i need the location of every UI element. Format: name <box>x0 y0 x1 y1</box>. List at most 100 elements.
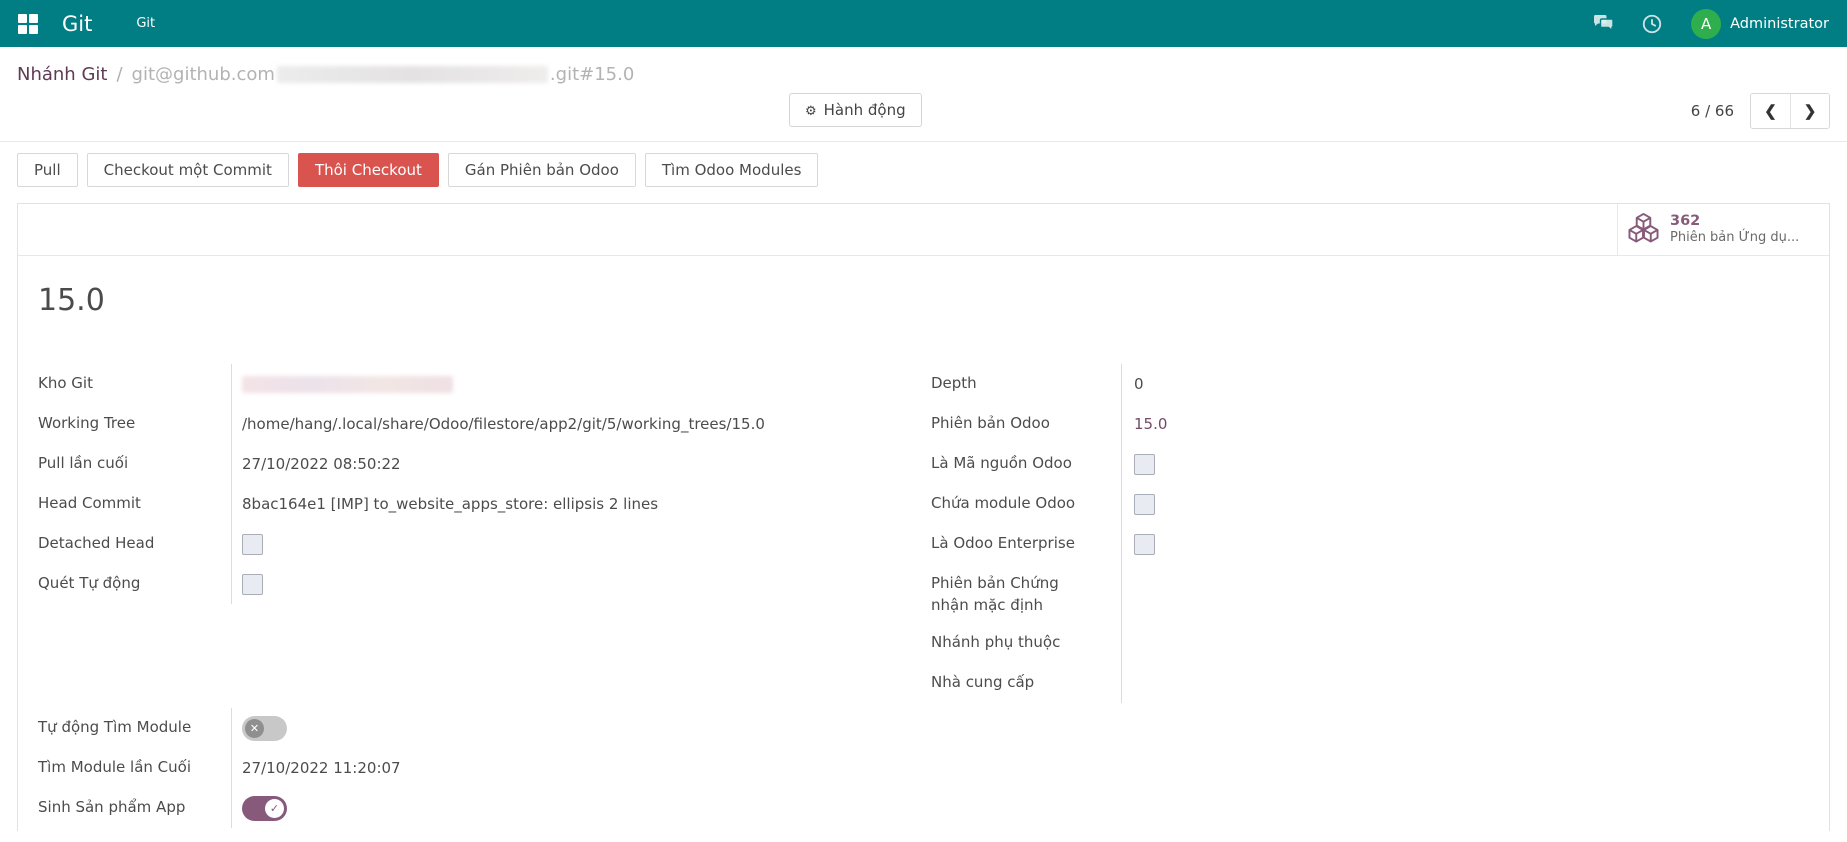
field-row-kho-git: Kho Git <box>38 364 931 404</box>
action-button-gan-phien-ban-odoo[interactable]: Gán Phiên bản Odoo <box>448 153 636 187</box>
field-value: 0 <box>1121 364 1809 404</box>
field-value <box>1121 564 1809 623</box>
field-row-phien-ban-odoo: Phiên bản Odoo 15.0 <box>931 404 1809 444</box>
field-value <box>1121 444 1809 484</box>
field-label: Pull lần cuối <box>38 444 231 484</box>
field-label: Nhà cung cấp <box>931 663 1121 703</box>
field-row-depth: Depth0 <box>931 364 1809 404</box>
action-button-thoi-checkout[interactable]: Thôi Checkout <box>298 153 439 187</box>
field-row-tim-module-lan-cuoi: Tìm Module lần Cuối 27/10/2022 11:20:07 <box>38 748 931 788</box>
field-label: Chứa module Odoo <box>931 484 1121 524</box>
stat-button-count: 362 <box>1670 212 1799 230</box>
field-value: 15.0 <box>1121 404 1809 444</box>
field-value-link[interactable]: 15.0 <box>1134 415 1167 433</box>
action-button-checkout-mot-commit[interactable]: Checkout một Commit <box>87 153 289 187</box>
record-pager: 6 / 66 ❮ ❯ <box>1691 93 1830 129</box>
apps-menu-icon[interactable] <box>18 14 38 34</box>
field-row-phien-ban-chung-nhan-mac-inh: Phiên bản Chứng nhận mặc định <box>931 564 1809 623</box>
field-value: ✓ <box>231 788 931 828</box>
field-label: Tự động Tìm Module <box>38 708 231 748</box>
form-sheet: 362 Phiên bản Ứng dụ... 15.0 Kho GitWork… <box>17 203 1830 831</box>
field-row-nha-cung-cap: Nhà cung cấp <box>931 663 1809 703</box>
field-row-chua-module-odoo: Chứa module Odoo <box>931 484 1809 524</box>
toggle[interactable]: ✓ <box>242 796 287 821</box>
field-value <box>1121 663 1809 703</box>
breadcrumb-separator: / <box>116 64 122 85</box>
field-value: 27/10/2022 11:20:07 <box>231 748 931 788</box>
field-label: Nhánh phụ thuộc <box>931 623 1121 663</box>
field-row-nhanh-phu-thuoc: Nhánh phụ thuộc <box>931 623 1809 663</box>
checkbox[interactable] <box>242 534 263 555</box>
check-icon: ✓ <box>265 799 284 818</box>
field-row-head-commit: Head Commit 8bac164e1 [IMP] to_website_ap… <box>38 484 931 524</box>
field-label: Tìm Module lần Cuối <box>38 748 231 788</box>
field-row-pull-lan-cuoi: Pull lần cuối27/10/2022 08:50:22 <box>38 444 931 484</box>
checkbox[interactable] <box>1134 494 1155 515</box>
field-value <box>1121 524 1809 564</box>
field-label: Là Odoo Enterprise <box>931 524 1121 564</box>
field-label: Detached Head <box>38 524 231 564</box>
app-brand[interactable]: Git <box>62 12 92 36</box>
avatar: A <box>1691 9 1721 39</box>
field-label: Head Commit <box>38 484 231 524</box>
field-label: Kho Git <box>38 364 231 404</box>
field-row-la-odoo-enterprise: Là Odoo Enterprise <box>931 524 1809 564</box>
record-title: 15.0 <box>38 283 1809 318</box>
action-button-pull[interactable]: Pull <box>17 153 78 187</box>
field-label: Là Mã nguồn Odoo <box>931 444 1121 484</box>
breadcrumb-parent-link[interactable]: Nhánh Git <box>17 64 107 85</box>
action-menu-button[interactable]: ⚙Hành động <box>789 93 922 127</box>
stat-button-app-versions[interactable]: 362 Phiên bản Ứng dụ... <box>1617 204 1829 255</box>
sheet-body: 15.0 Kho GitWorking Tree/home/hang/.loca… <box>18 283 1829 828</box>
breadcrumb-url-prefix: git@github.com <box>132 64 275 85</box>
pager-previous-button[interactable]: ❮ <box>1751 94 1790 128</box>
breadcrumb-current: git@github.com .git#15.0 <box>132 64 635 85</box>
control-panel-row: ⚙Hành động 6 / 66 ❮ ❯ <box>17 85 1830 141</box>
form-column-left: Kho GitWorking Tree/home/hang/.local/sha… <box>38 364 931 828</box>
stat-button-label: Phiên bản Ứng dụ... <box>1670 230 1799 246</box>
field-label: Phiên bản Odoo <box>931 404 1121 444</box>
field-row-tu-ong-tim-module: Tự động Tìm Module ✕ <box>38 708 931 748</box>
field-label: Working Tree <box>38 404 231 444</box>
navbar-right: A Administrator <box>1566 9 1829 39</box>
field-row-la-ma-nguon-odoo: Là Mã nguồn Odoo <box>931 444 1809 484</box>
field-value-text: 8bac164e1 [IMP] to_website_apps_store: e… <box>242 494 658 515</box>
field-group-git: Kho GitWorking Tree/home/hang/.local/sha… <box>38 364 931 604</box>
action-menu-label: Hành động <box>824 101 906 119</box>
action-button-tim-odoo-modules[interactable]: Tìm Odoo Modules <box>645 153 819 187</box>
field-value <box>231 564 931 604</box>
field-label: Sinh Sản phẩm App <box>38 788 231 828</box>
breadcrumb-url-suffix: .git#15.0 <box>550 64 634 85</box>
field-value <box>231 364 931 404</box>
breadcrumb: Nhánh Git / git@github.com .git#15.0 <box>17 47 1830 85</box>
menu-item-git[interactable]: Git <box>136 16 155 31</box>
checkbox[interactable] <box>1134 454 1155 475</box>
field-value: ✕ <box>231 708 931 748</box>
field-label: Phiên bản Chứng nhận mặc định <box>931 564 1121 623</box>
checkbox[interactable] <box>1134 534 1155 555</box>
user-menu[interactable]: A Administrator <box>1691 9 1829 39</box>
pager-buttons: ❮ ❯ <box>1750 93 1830 129</box>
field-value <box>1121 484 1809 524</box>
activities-clock-icon[interactable] <box>1641 13 1663 35</box>
form-grid: Kho GitWorking Tree/home/hang/.local/sha… <box>38 364 1809 828</box>
field-label: Quét Tự động <box>38 564 231 604</box>
field-value-text: 27/10/2022 11:20:07 <box>242 758 401 779</box>
field-row-sinh-san-pham-app: Sinh Sản phẩm App ✓ <box>38 788 931 828</box>
field-label: Depth <box>931 364 1121 404</box>
field-row-detached-head: Detached Head <box>38 524 931 564</box>
redacted-url-segment <box>277 66 548 83</box>
messages-icon[interactable] <box>1592 14 1615 34</box>
pager-next-button[interactable]: ❯ <box>1790 94 1829 128</box>
toggle[interactable]: ✕ <box>242 716 287 741</box>
field-group-odoo: Depth0Phiên bản Odoo 15.0 Là Mã nguồn Odoo… <box>931 364 1809 703</box>
field-row-quet-tu-ong: Quét Tự động <box>38 564 931 604</box>
checkbox[interactable] <box>242 574 263 595</box>
cubes-icon <box>1628 213 1659 247</box>
stat-button-strip: 362 Phiên bản Ứng dụ... <box>18 204 1829 256</box>
statusbar-buttons: Pull Checkout một Commit Thôi Checkout Gán … <box>0 142 1847 187</box>
form-column-right: Depth0Phiên bản Odoo 15.0 Là Mã nguồn Odoo… <box>931 364 1809 703</box>
top-navbar: Git Git A Administrator <box>0 0 1847 47</box>
control-panel: Nhánh Git / git@github.com .git#15.0 ⚙Hà… <box>0 47 1847 142</box>
field-row-working-tree: Working Tree/home/hang/.local/share/Odoo… <box>38 404 931 444</box>
